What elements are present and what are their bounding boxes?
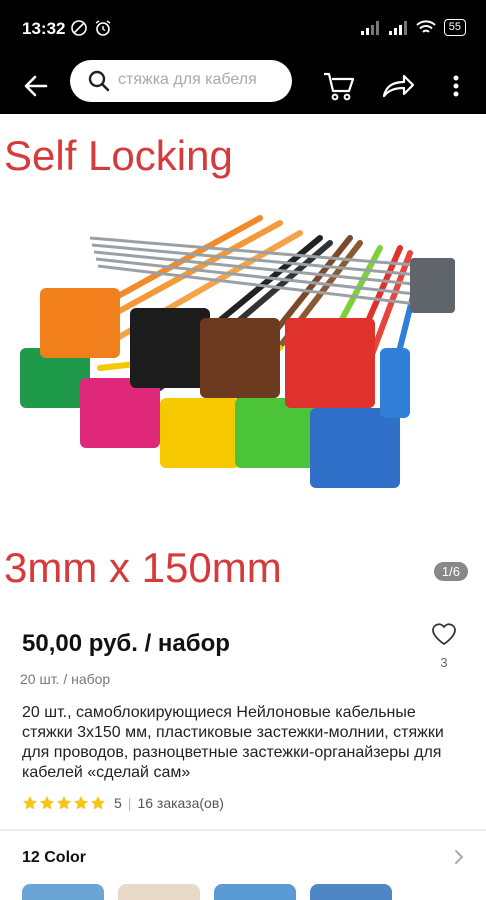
back-arrow-icon (24, 75, 48, 97)
star-icon (74, 796, 88, 810)
variant-swatches (22, 884, 392, 900)
more-vertical-icon (453, 75, 459, 97)
alarm-icon (95, 20, 111, 36)
back-button[interactable] (18, 68, 54, 104)
rating-row[interactable]: 5 | 16 заказа(ов) (22, 795, 224, 811)
wishlist-button[interactable]: 3 (426, 620, 462, 674)
heart-icon (432, 623, 456, 645)
gallery-caption: 3mm x 150mm (4, 544, 282, 591)
wishlist-count: 3 (440, 655, 448, 670)
status-time: 13:32 (22, 19, 66, 38)
do-not-disturb-icon (71, 20, 87, 36)
search-input[interactable]: стяжка для кабеля (70, 60, 292, 102)
search-placeholder: стяжка для кабеля (118, 71, 257, 88)
product-gallery[interactable]: Self Locking 3mm x 150mm 1/6 (0, 114, 486, 604)
wifi-icon (416, 19, 436, 33)
variant-swatch[interactable] (118, 884, 200, 900)
product-info: 50,00 руб. / набор 3 20 шт. / набор 20 ш… (0, 604, 486, 830)
cart-icon (324, 72, 355, 101)
product-title: 20 шт., самоблокирующиеся Нейлоновые каб… (22, 704, 444, 781)
variant-swatch[interactable] (310, 884, 392, 900)
signal-icon (360, 20, 379, 35)
chevron-right-icon[interactable] (452, 848, 466, 866)
rating-separator: | (127, 795, 132, 811)
star-icon (91, 796, 105, 810)
search-icon (88, 70, 110, 92)
product-unit: 20 шт. / набор (20, 671, 111, 687)
divider (0, 829, 486, 831)
star-icon (40, 796, 54, 810)
rating-stars (22, 795, 106, 811)
orders-count: 16 заказа(ов) (137, 795, 224, 811)
variant-swatch[interactable] (214, 884, 296, 900)
share-button[interactable] (378, 66, 418, 106)
product-image (20, 215, 455, 488)
cart-button[interactable] (320, 66, 360, 106)
star-icon (23, 796, 37, 810)
rating-value: 5 (114, 795, 122, 811)
top-bar: стяжка для кабеля (0, 58, 486, 114)
variant-swatch[interactable] (22, 884, 104, 900)
signal-icon (388, 20, 407, 35)
battery-icon: 55 (443, 19, 466, 36)
status-bar: 13:32 55 (0, 0, 486, 58)
star-icon (57, 796, 71, 810)
gallery-heading: Self Locking (4, 132, 233, 179)
more-button[interactable] (444, 66, 468, 106)
share-icon (382, 74, 415, 98)
product-price: 50,00 руб. / набор (22, 630, 230, 657)
page-indicator: 1/6 (433, 562, 468, 581)
variant-label[interactable]: 12 Color (22, 849, 86, 867)
